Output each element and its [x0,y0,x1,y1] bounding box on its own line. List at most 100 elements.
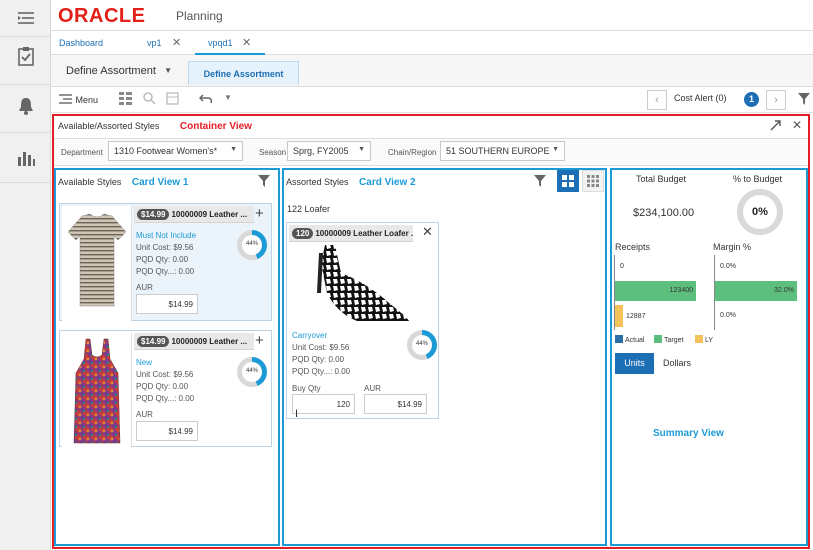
receipts-actual-value: 0 [620,263,624,270]
style-card[interactable]: $14.99 10000009 Leather ... + New Unit Co… [59,330,272,448]
progress-donut: 44% [237,357,267,387]
chain-region-select[interactable]: 51 SOUTHERN EUROPE ▼ [440,141,565,161]
unit-cost: Unit Cost: $9.56 [136,243,194,252]
price-badge: $14.99 [137,209,170,220]
chevron-down-icon: ▼ [164,66,172,75]
card-title-text: 10000009 Leather Loafer ... [315,229,413,238]
dollars-toggle[interactable]: Dollars [657,353,697,374]
department-label: Department [61,148,103,157]
pqd-qty: PQD Qty: 0.00 [136,255,189,264]
menu-label: Menu [75,95,99,105]
container-title: Available/Assorted Styles Container View [58,121,252,132]
search-icon[interactable] [143,92,156,108]
card-title: 120 10000009 Leather Loafer ... [289,225,413,242]
chain-region-value: 51 SOUTHERN EUROPE [446,146,550,156]
tab-dashboard[interactable]: Dashboard [59,31,129,55]
pqd-qty-ext: PQD Qty...: 0.00 [136,394,195,403]
add-icon[interactable]: + [255,205,264,222]
product-image [62,206,132,321]
card-view-toggle[interactable] [557,170,579,192]
card-view-2-annotation: Card View 2 [359,177,416,188]
receipts-ly-bar [615,305,623,327]
margin-ly-value: 0.0% [720,312,736,319]
text-cursor-icon: I [295,408,299,420]
aur-label: AUR [364,384,381,393]
legend-label: LY [705,337,714,344]
legend-actual: Actual [615,335,644,344]
season-label: Season [259,148,287,157]
price-badge: $14.99 [137,336,170,347]
total-budget-label: Total Budget [636,174,687,184]
aur-field[interactable]: $14.99 [364,394,427,414]
product-image [297,243,427,323]
app-header [51,0,813,31]
aur-field[interactable]: $14.99 [136,421,198,441]
dropdown-label: Define Assortment [66,65,156,77]
filter-icon[interactable] [258,175,270,189]
chevron-down-icon: ▼ [358,146,365,153]
reports-icon[interactable] [0,140,51,176]
tab-define-assortment[interactable]: Define Assortment [188,61,299,85]
card-title-text: 10000009 Leather ... [171,210,248,219]
menu-button[interactable]: Menu [59,94,98,105]
available-styles-title: Available Styles [58,177,122,187]
tab-vp1[interactable]: Dashboard vp1 ✕ [147,31,187,55]
available-styles-header: Available Styles Card View 1 [58,177,188,188]
chevron-down-icon: ▼ [230,146,237,153]
filter-icon[interactable] [534,175,546,189]
notifications-icon[interactable] [0,88,51,124]
donut-value: 44% [412,335,432,355]
cost-alert-label[interactable]: Cost Alert (0) [674,93,727,103]
define-assortment-dropdown[interactable]: Define Assortment ▼ [60,59,182,83]
undo-icon[interactable] [198,92,213,107]
buy-qty-field[interactable]: 120 [292,394,355,414]
grid-view-toggle[interactable] [582,170,604,192]
previous-button[interactable]: ‹ [647,90,667,110]
chevron-down-icon[interactable]: ▼ [224,93,232,102]
season-select[interactable]: Sprg, FY2005 ▼ [287,141,371,161]
left-rail [0,0,51,550]
units-toggle[interactable]: Units [615,353,654,374]
layout-icon[interactable] [119,92,132,108]
oracle-logo: ORACLE [58,5,146,27]
margin-actual-value: 0.0% [720,263,736,270]
close-icon[interactable]: ✕ [242,36,251,49]
legend-label: Actual [625,337,645,344]
tab-vpqd1[interactable]: vpqd1 ✕ [195,31,265,55]
add-icon[interactable]: + [255,332,264,349]
close-icon[interactable]: ✕ [422,224,433,240]
menu-icon[interactable] [0,0,51,36]
menu-icon [59,94,72,104]
donut-value: 44% [242,235,262,255]
card-title: $14.99 10000009 Leather ... [134,206,254,223]
style-card[interactable]: 120 10000009 Leather Loafer ... ✕ Carryov… [286,222,439,419]
next-button[interactable]: › [766,90,786,110]
style-card[interactable]: $14.99 10000009 Leather ... + Must Not In… [59,203,272,321]
close-icon[interactable]: ✕ [172,36,181,49]
unit-cost: Unit Cost: $9.56 [292,343,350,352]
style-status: Must Not Include [136,231,197,240]
aur-field[interactable]: $14.99 [136,294,198,314]
progress-donut: 44% [237,230,267,260]
count-badge: 120 [292,228,314,239]
legend-label: Target [664,337,684,344]
department-select[interactable]: 1310 Footwear Women's* ▼ [108,141,243,161]
export-icon[interactable] [166,92,179,108]
chain-region-label: Chain/Region [388,148,437,157]
chevron-down-icon: ▼ [552,146,559,153]
legend-target: Target [654,335,683,344]
receipts-label: Receipts [615,242,651,252]
container-view-annotation: Container View [179,121,252,132]
tasks-icon[interactable] [0,38,51,74]
filter-icon[interactable] [798,93,810,108]
style-group-label: 122 Loafer [287,204,331,214]
margin-target-bar: 32.0% [715,281,797,301]
style-status: Carryover [292,331,328,340]
department-value: 1310 Footwear Women's* [114,146,218,156]
info-badge[interactable]: 1 [744,92,759,107]
close-icon[interactable]: ✕ [792,118,802,132]
season-value: Sprg, FY2005 [293,146,349,156]
tab-bar: Dashboard Dashboard vp1 ✕ vpqd1 ✕ [51,31,813,55]
assorted-styles-title: Assorted Styles [286,177,349,187]
expand-icon[interactable] [770,120,781,133]
